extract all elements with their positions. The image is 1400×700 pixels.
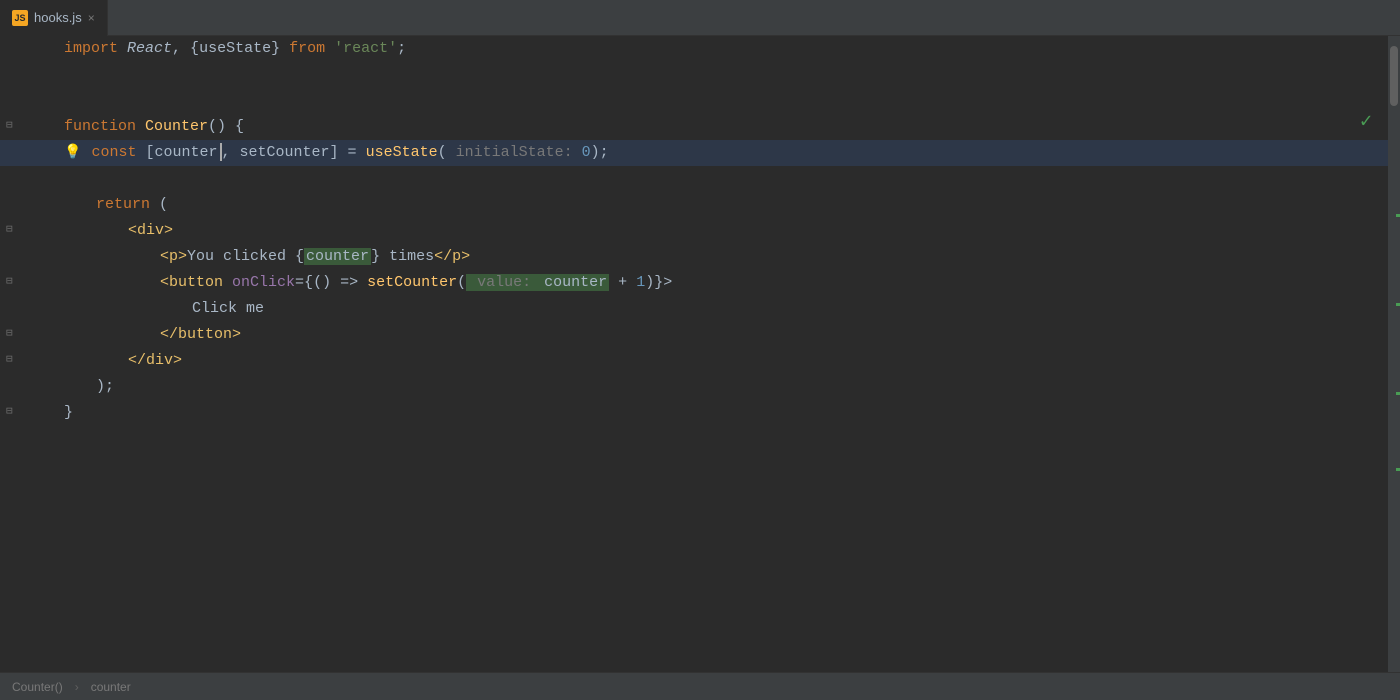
line-click-me: Click me	[0, 296, 1388, 322]
line-empty-1	[0, 62, 1388, 88]
fold-icon-divc[interactable]: ⊟	[6, 352, 13, 366]
line-gutter-btn: ⊟	[0, 270, 60, 296]
scroll-indicator-1	[1396, 214, 1400, 217]
line-gutter-cm	[0, 296, 60, 322]
line-empty-2	[0, 88, 1388, 114]
line-content-e1	[60, 62, 1388, 88]
line-gutter-divc: ⊟	[0, 348, 60, 374]
line-gutter-p	[0, 244, 60, 270]
tab-close-button[interactable]: ×	[88, 11, 95, 25]
line-content-e2	[60, 88, 1388, 114]
line-content-1[interactable]: import React, {useState} from 'react';	[60, 36, 1388, 62]
line-gutter-us	[0, 140, 60, 166]
tab-bar: JS hooks.js ×	[0, 0, 1400, 36]
line-empty-3	[0, 166, 1388, 192]
line-content-us[interactable]: 💡 const [counter, setCounter] = useState…	[60, 140, 1388, 166]
status-bar: Counter() › counter	[0, 672, 1400, 700]
line-gutter-e2	[0, 88, 60, 114]
line-gutter-1	[0, 36, 60, 62]
line-gutter-e1	[0, 62, 60, 88]
line-content-divc[interactable]: </div>	[60, 348, 1388, 374]
fold-icon-cfn[interactable]: ⊟	[6, 404, 13, 418]
breadcrumb-variable: counter	[91, 680, 131, 694]
line-button-open: ⊟ <button onClick={() => setCounter( val…	[0, 270, 1388, 296]
line-gutter-cr	[0, 374, 60, 400]
scrollbar-thumb[interactable]	[1390, 46, 1398, 106]
line-content-cr[interactable]: );	[60, 374, 1388, 400]
line-return: return (	[0, 192, 1388, 218]
fold-icon-fn[interactable]: ⊟	[6, 118, 13, 132]
line-gutter-btnc: ⊟	[0, 322, 60, 348]
breadcrumb-separator: ›	[75, 680, 79, 694]
scroll-indicator-4	[1396, 468, 1400, 471]
line-gutter-div: ⊟	[0, 218, 60, 244]
line-gutter-e3	[0, 166, 60, 192]
line-content-p[interactable]: <p>You clicked {counter} times</p>	[60, 244, 1388, 270]
line-button-close: ⊟ </button>	[0, 322, 1388, 348]
line-content-e3	[60, 166, 1388, 192]
line-gutter-cfn: ⊟	[0, 400, 60, 426]
line-content-div[interactable]: <div>	[60, 218, 1388, 244]
breadcrumb-function: Counter()	[12, 680, 63, 694]
editor-container: JS hooks.js × ✓ import React, {useState}…	[0, 0, 1400, 700]
line-gutter-fn: ⊟	[0, 114, 60, 140]
line-content-ret[interactable]: return (	[60, 192, 1388, 218]
line-close-return: );	[0, 374, 1388, 400]
line-close-fn: ⊟ }	[0, 400, 1388, 426]
line-content-fn[interactable]: function Counter() {	[60, 114, 1388, 140]
line-content-cm[interactable]: Click me	[60, 296, 1388, 322]
line-content-btnc[interactable]: </button>	[60, 322, 1388, 348]
fold-icon-btn[interactable]: ⊟	[6, 274, 13, 288]
tab-hooks-js[interactable]: JS hooks.js ×	[0, 0, 108, 36]
fold-icon-div[interactable]: ⊟	[6, 222, 13, 236]
line-div-open: ⊟ <div>	[0, 218, 1388, 244]
line-1: import React, {useState} from 'react';	[0, 36, 1388, 62]
code-lines: import React, {useState} from 'react';	[0, 36, 1388, 426]
line-content-btn[interactable]: <button onClick={() => setCounter( value…	[60, 270, 1388, 296]
scroll-indicator-3	[1396, 392, 1400, 395]
scroll-indicator-2	[1396, 303, 1400, 306]
line-function: ⊟ function Counter() {	[0, 114, 1388, 140]
line-gutter-ret	[0, 192, 60, 218]
js-file-icon: JS	[12, 10, 28, 26]
fold-icon-btnc[interactable]: ⊟	[6, 326, 13, 340]
editor-area: ✓ import React, {useState} from 'react';	[0, 36, 1400, 672]
line-p: <p>You clicked {counter} times</p>	[0, 244, 1388, 270]
line-div-close: ⊟ </div>	[0, 348, 1388, 374]
line-usestate: 💡 const [counter, setCounter] = useState…	[0, 140, 1388, 166]
line-content-cfn[interactable]: }	[60, 400, 1388, 426]
scrollbar-track[interactable]	[1388, 36, 1400, 672]
tab-name: hooks.js	[34, 10, 82, 25]
